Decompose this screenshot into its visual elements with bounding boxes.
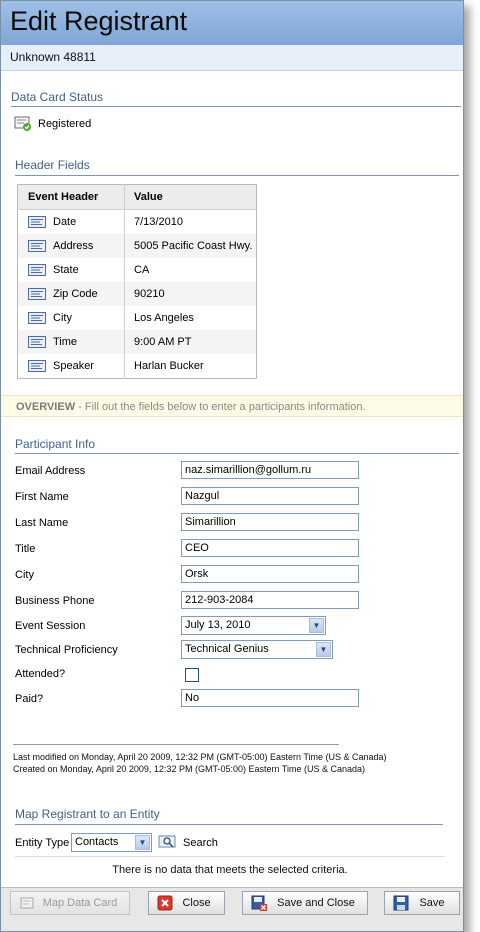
map-data-card-button[interactable]: Map Data Card: [10, 891, 130, 915]
header-field-icon: [28, 216, 46, 229]
email-label: Email Address: [15, 465, 86, 477]
section-divider: [15, 824, 443, 825]
event-header-cell: City: [17, 306, 125, 330]
paid-field[interactable]: [181, 689, 359, 707]
event-header-name: Zip Code: [53, 287, 98, 300]
event-header-name: City: [53, 311, 72, 324]
no-data-message: There is no data that meets the selected…: [15, 856, 445, 881]
event-header-cell: Speaker: [17, 354, 125, 379]
header-field-icon: [28, 360, 46, 373]
data-card-status-heading: Data Card Status: [11, 90, 104, 104]
overview-label: OVERVIEW: [16, 401, 76, 413]
city-field[interactable]: [181, 565, 359, 583]
search-icon[interactable]: [158, 834, 178, 850]
attended-label: Attended?: [15, 668, 66, 680]
event-header-value: 9:00 AM PT: [124, 330, 257, 354]
event-header-name: Date: [53, 215, 77, 228]
window-title: Edit Registrant: [10, 6, 188, 36]
event-header-cell: Address: [17, 234, 125, 258]
section-divider: [11, 106, 461, 107]
table-row: Time 9:00 AM PT: [17, 330, 257, 354]
table-row: Zip Code 90210: [17, 282, 257, 306]
entity-type-value: Contacts: [75, 836, 119, 848]
last-name-field[interactable]: [181, 513, 359, 531]
technical-proficiency-select[interactable]: Technical Genius ▼: [181, 640, 333, 659]
business-phone-label: Business Phone: [15, 595, 95, 607]
record-name: Unknown 48811: [1, 45, 463, 71]
title-field[interactable]: [181, 539, 359, 557]
chevron-down-icon[interactable]: ▼: [135, 835, 150, 850]
map-data-card-label: Map Data Card: [42, 897, 118, 909]
header-field-icon: [28, 288, 46, 301]
last-name-label: Last Name: [15, 517, 69, 529]
close-button[interactable]: Close: [148, 891, 225, 915]
table-row: Date 7/13/2010: [17, 209, 257, 234]
event-header-cell: Date: [17, 209, 125, 234]
table-row: Address 5005 Pacific Coast Hwy.: [17, 234, 257, 258]
paid-label: Paid?: [15, 693, 44, 705]
event-session-select[interactable]: July 13, 2010 ▼: [181, 616, 326, 635]
chevron-down-icon[interactable]: ▼: [309, 618, 324, 633]
footer-toolbar: Map Data Card Close Save and Close Save: [1, 887, 463, 931]
event-header-name: Address: [53, 239, 94, 252]
city-label: City: [15, 569, 34, 581]
entity-type-label: Entity Type: [15, 837, 70, 849]
event-header-value: 7/13/2010: [134, 216, 183, 228]
event-session-value: July 13, 2010: [185, 619, 251, 631]
title-label: Title: [15, 543, 36, 555]
overview-text: - Fill out the fields below to enter a p…: [75, 401, 366, 413]
save-label: Save: [419, 897, 445, 909]
save-and-close-button[interactable]: Save and Close: [242, 891, 368, 915]
column-header-event-header: Event Header: [17, 184, 125, 210]
event-header-value: CA: [134, 264, 150, 276]
registration-status: Registered: [38, 118, 92, 130]
first-name-field[interactable]: [181, 487, 359, 505]
first-name-label: First Name: [15, 491, 69, 503]
event-header-value: Harlan Bucker: [134, 360, 204, 372]
header-field-icon: [28, 264, 46, 277]
column-header-value: Value: [124, 184, 257, 210]
event-header-name: State: [53, 263, 79, 276]
save-button[interactable]: Save: [384, 891, 460, 915]
save-and-close-label: Save and Close: [277, 897, 355, 909]
created-text: Created on Monday, April 20 2009, 12:32 …: [13, 764, 366, 774]
table-row: Speaker Harlan Bucker: [17, 354, 257, 379]
event-header-cell: Zip Code: [17, 282, 125, 306]
business-phone-field[interactable]: [181, 591, 359, 609]
event-header-value: Los Angeles: [134, 312, 194, 324]
entity-type-select[interactable]: Contacts ▼: [71, 833, 152, 852]
event-header-name: Time: [53, 335, 78, 348]
search-button[interactable]: Search: [183, 837, 218, 849]
email-field[interactable]: [181, 461, 359, 479]
close-label: Close: [182, 897, 211, 909]
edit-registrant-window: Edit Registrant Unknown 48811 Data Card …: [0, 0, 464, 932]
header-fields-heading: Header Fields: [15, 158, 90, 172]
header-fields-table: Event Header Value Date 7/13/2010 Address 5…: [17, 184, 257, 379]
map-entity-heading: Map Registrant to an Entity: [15, 807, 160, 821]
event-session-label: Event Session: [15, 620, 86, 632]
section-divider: [15, 175, 459, 176]
header-field-icon: [28, 240, 46, 253]
section-divider: [15, 453, 459, 454]
technical-proficiency-label: Technical Proficiency: [15, 644, 118, 656]
meta-divider: [13, 744, 339, 745]
event-header-cell: State: [17, 258, 125, 282]
event-header-value: 90210: [124, 282, 257, 306]
table-row: State CA: [17, 258, 257, 282]
overview-banner: OVERVIEW - Fill out the fields below to …: [1, 395, 463, 417]
last-modified-text: Last modified on Monday, April 20 2009, …: [13, 752, 387, 762]
registered-card-icon: [14, 116, 31, 131]
event-header-value: 5005 Pacific Coast Hwy.: [124, 234, 257, 258]
header-field-icon: [28, 336, 46, 349]
attended-checkbox[interactable]: [185, 668, 199, 682]
chevron-down-icon[interactable]: ▼: [316, 642, 331, 657]
technical-proficiency-value: Technical Genius: [185, 643, 269, 655]
title-bar: Edit Registrant: [1, 1, 463, 45]
header-field-icon: [28, 312, 46, 325]
participant-info-heading: Participant Info: [15, 437, 96, 451]
event-header-cell: Time: [17, 330, 125, 354]
table-row: City Los Angeles: [17, 306, 257, 330]
event-header-name: Speaker: [53, 359, 94, 372]
